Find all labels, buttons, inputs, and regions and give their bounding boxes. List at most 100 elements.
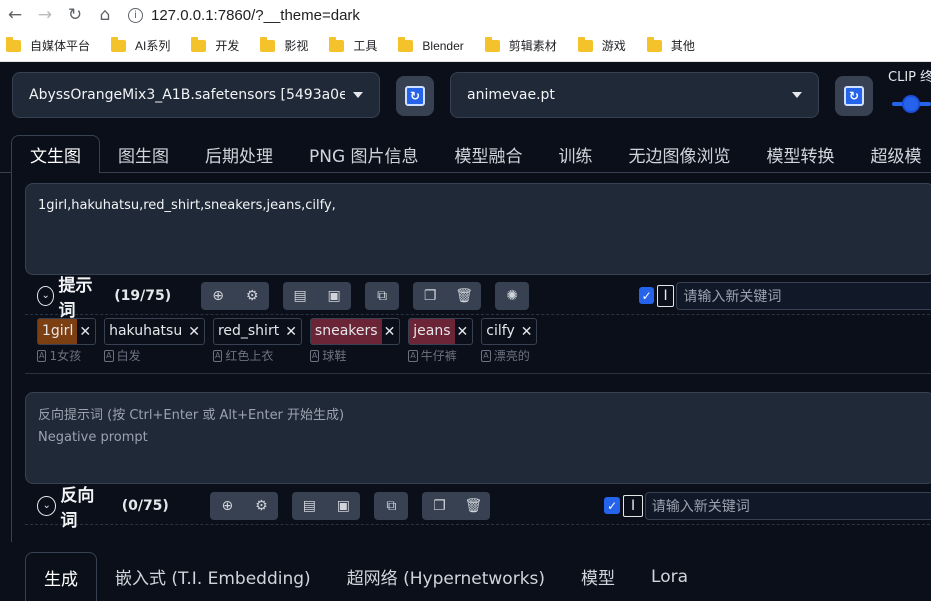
folder-icon — [484, 36, 500, 52]
keyword-checkbox[interactable]: ✓ — [639, 287, 654, 304]
collapse-chevron-icon[interactable]: ⌄ — [37, 495, 57, 516]
tab-train[interactable]: 训练 — [541, 135, 611, 173]
tab-extras[interactable]: 后期处理 — [187, 135, 291, 173]
tab-hypernetworks[interactable]: 超网络 (Hypernetworks) — [329, 552, 563, 601]
collapse-chevron-icon[interactable]: ⌄ — [37, 285, 55, 306]
tool-group: ✺ — [495, 281, 530, 310]
close-icon[interactable]: ✕ — [186, 324, 204, 340]
tab-generate[interactable]: 生成 — [25, 552, 97, 601]
tab-txt2img[interactable]: 文生图 — [11, 135, 100, 173]
url-box[interactable]: i 127.0.0.1:7860/?__theme=dark — [128, 0, 360, 30]
translate-icon: A — [481, 349, 491, 362]
close-icon[interactable]: ✕ — [283, 324, 301, 340]
prompt-tags: 1girl ✕ A 1女孩 hakuhatsu ✕ A 白发 red_shirt ✕ A红… — [25, 318, 931, 374]
gear-icon[interactable]: ⚙ — [244, 492, 278, 520]
bookmark-icon[interactable]: ▣ — [326, 492, 360, 520]
tab-model-converter[interactable]: 模型转换 — [749, 135, 853, 173]
chevron-down-icon — [792, 92, 802, 98]
prompt-token-count: (19/75) — [114, 287, 172, 304]
gear-icon[interactable]: ⚙ — [235, 282, 269, 310]
prompt-tag[interactable]: 1girl ✕ A 1女孩 — [37, 318, 97, 373]
checkpoint-dropdown[interactable]: AbyssOrangeMix3_A1B.safetensors [5493a0e… — [12, 72, 380, 118]
folder-icon — [398, 36, 414, 52]
close-icon[interactable]: ✕ — [519, 324, 537, 340]
globe-icon[interactable]: ⊕ — [210, 492, 244, 520]
negative-toolbar: ⌄ 反向词 (0/75) ⊕ ⚙ ▤ ▣ ⧉ ❐ 🗑 ✓ I 请输入新关键词 — [25, 486, 931, 531]
prompt-tag[interactable]: sneakers ✕ A 球鞋 — [309, 318, 401, 373]
translate-icon: A — [37, 349, 47, 362]
refresh-icon: ↻ — [405, 86, 425, 106]
prompt-tag[interactable]: jeans ✕ A 牛仔裤 — [408, 318, 474, 373]
chevron-down-icon — [353, 92, 363, 98]
url-text: 127.0.0.1:7860/?__theme=dark — [151, 6, 360, 24]
close-icon[interactable]: ✕ — [455, 324, 473, 340]
vae-value: animevae.pt — [467, 87, 555, 103]
bookmark-folder[interactable]: Blender — [398, 36, 464, 53]
prompt-toolbar: ⌄ 提示词 (19/75) ⊕ ⚙ ▤ ▣ ⧉ ❐ 🗑 ✺ ✓ I 请输入新关键… — [25, 276, 931, 321]
text-cursor-icon: I — [623, 494, 643, 517]
prompt-text: 1girl,hakuhatsu,red_shirt,sneakers,jeans… — [38, 198, 336, 213]
tab-model[interactable]: 模型 — [563, 552, 633, 601]
bookmark-folder[interactable]: 游戏 — [577, 36, 626, 54]
bookmark-folder[interactable]: AI系列 — [111, 36, 170, 54]
tab-infinite-image-browsing[interactable]: 无边图像浏览 — [611, 135, 749, 173]
reload-icon[interactable]: ↻ — [60, 0, 90, 30]
prompt-tag[interactable]: red_shirt ✕ A 红色上衣 — [212, 318, 302, 373]
vae-dropdown[interactable]: animevae.pt — [450, 72, 819, 118]
keyword-checkbox[interactable]: ✓ — [603, 497, 621, 514]
tab-textual-inversion[interactable]: 嵌入式 (T.I. Embedding) — [97, 552, 329, 601]
copy-icon[interactable]: ❐ — [413, 282, 447, 310]
trash-icon[interactable]: 🗑 — [456, 492, 490, 520]
tab-lora[interactable]: Lora — [633, 552, 706, 601]
negative-token-count: (0/75) — [121, 497, 169, 514]
home-icon[interactable]: ⌂ — [90, 0, 120, 30]
translate-icon: A — [309, 349, 320, 362]
tab-checkpoint-merger[interactable]: 模型融合 — [437, 135, 541, 173]
tab-png-info[interactable]: PNG 图片信息 — [291, 135, 437, 173]
bookmark-folder[interactable]: 自媒体平台 — [6, 36, 90, 54]
negative-placeholder-line1: 反向提示词 (按 Ctrl+Enter 或 Alt+Enter 开始生成) — [38, 408, 345, 423]
trash-icon[interactable]: 🗑 — [447, 282, 481, 310]
back-arrow-icon[interactable]: ← — [0, 0, 30, 30]
folder-icon — [260, 36, 276, 52]
bookmark-folder[interactable]: 影视 — [260, 36, 308, 54]
bookmark-folder[interactable]: 工具 — [329, 36, 377, 54]
forward-arrow-icon[interactable]: → — [30, 0, 60, 30]
refresh-checkpoint-button[interactable]: ↻ — [396, 76, 434, 116]
bookmark-folder[interactable]: 剪辑素材 — [484, 36, 557, 54]
refresh-vae-button[interactable]: ↻ — [835, 76, 873, 116]
tool-group: ▤ ▣ — [283, 281, 352, 310]
negative-placeholder-line2: Negative prompt — [38, 430, 148, 445]
tool-group: ⧉ — [365, 281, 400, 310]
info-icon: i — [128, 7, 143, 23]
translate-icon[interactable]: ⧉ — [374, 492, 408, 520]
refresh-icon: ↻ — [844, 86, 864, 106]
tab-super-model[interactable]: 超级模 — [853, 135, 931, 173]
negative-prompt-textarea[interactable]: 反向提示词 (按 Ctrl+Enter 或 Alt+Enter 开始生成) Ne… — [25, 392, 931, 484]
prompt-tag[interactable]: cilfy ✕ A 漂亮的 — [481, 318, 538, 373]
prompt-textarea[interactable]: 1girl,hakuhatsu,red_shirt,sneakers,jeans… — [25, 183, 931, 275]
translate-icon[interactable]: ⧉ — [365, 282, 399, 310]
bookmark-icon[interactable]: ▣ — [317, 282, 351, 310]
new-keyword-input[interactable]: 请输入新关键词 — [644, 491, 931, 520]
history-icon[interactable]: ▤ — [283, 282, 317, 310]
close-icon[interactable]: ✕ — [77, 324, 95, 340]
clip-skip-slider-thumb[interactable] — [902, 95, 920, 113]
new-keyword-input[interactable]: 请输入新关键词 — [676, 281, 931, 310]
close-icon[interactable]: ✕ — [382, 324, 400, 340]
bookmark-folder[interactable]: 其他 — [646, 36, 695, 54]
tab-img2img[interactable]: 图生图 — [100, 135, 187, 173]
folder-icon — [646, 36, 662, 52]
browser-address-bar: ← → ↻ ⌂ i 127.0.0.1:7860/?__theme=dark — [0, 0, 931, 30]
translate-icon: A — [212, 349, 223, 362]
tool-group: ⧉ — [374, 491, 409, 520]
clip-skip-label: CLIP 终 — [888, 70, 931, 85]
main-tabs: 文生图 图生图 后期处理 PNG 图片信息 模型融合 训练 无边图像浏览 模型转… — [11, 135, 931, 173]
globe-icon[interactable]: ⊕ — [201, 282, 235, 310]
prompt-tag[interactable]: hakuhatsu ✕ A 白发 — [104, 318, 205, 373]
copy-icon[interactable]: ❐ — [422, 492, 456, 520]
openai-icon[interactable]: ✺ — [495, 282, 529, 310]
bookmark-folder[interactable]: 开发 — [191, 36, 239, 54]
history-icon[interactable]: ▤ — [292, 492, 326, 520]
tool-group: ⊕ ⚙ — [210, 491, 279, 520]
